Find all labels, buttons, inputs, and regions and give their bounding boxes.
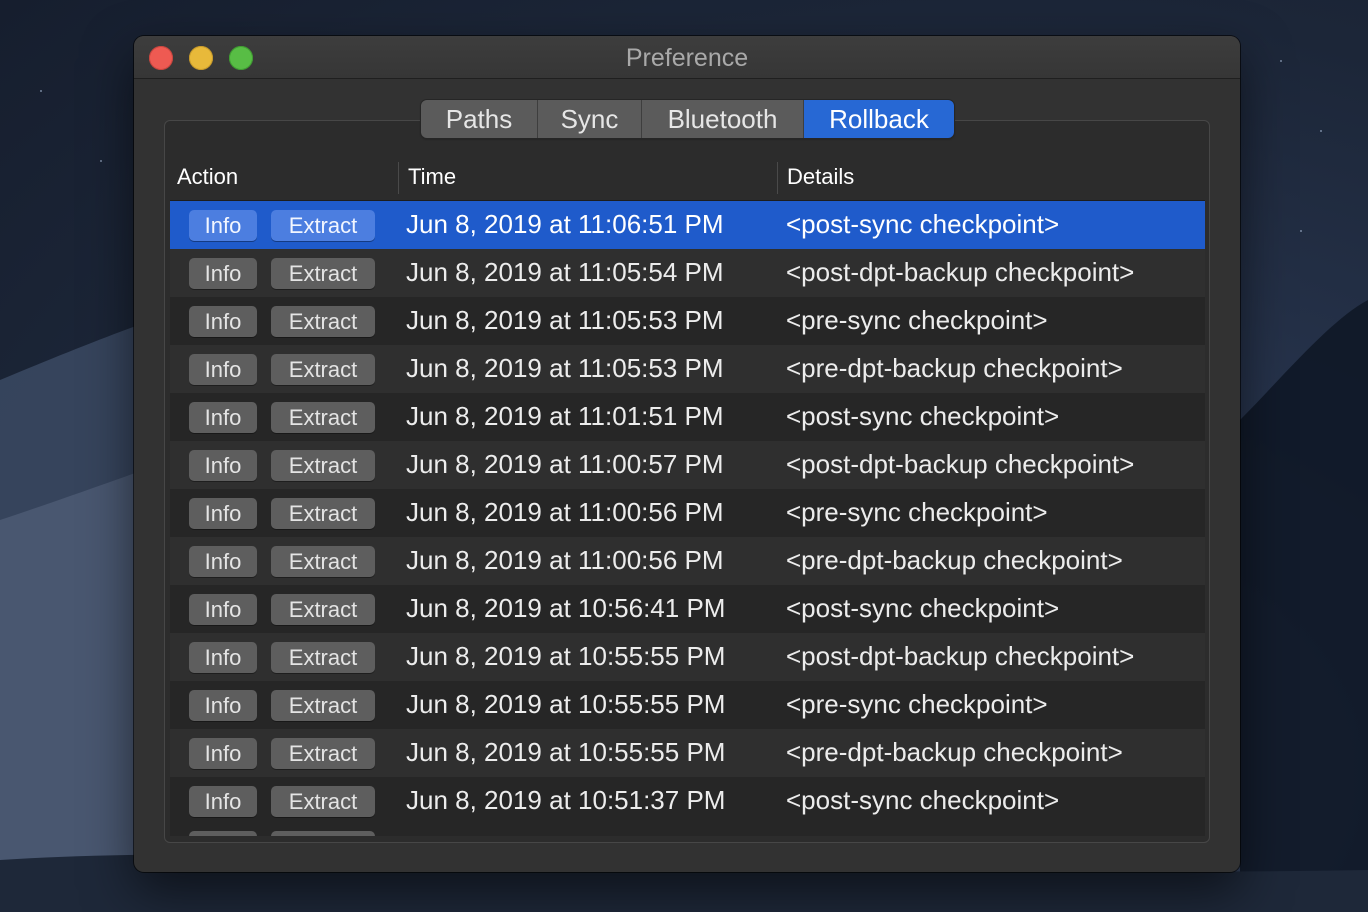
time-cell: Jun 8, 2019 at 11:06:51 PM — [406, 209, 724, 239]
details-cell: <pre-dpt-backup checkpoint> — [786, 353, 1123, 383]
column-divider[interactable] — [398, 162, 399, 194]
column-divider[interactable] — [777, 162, 778, 194]
details-cell: <pre-dpt-backup checkpoint> — [786, 737, 1123, 767]
info-button[interactable] — [189, 831, 257, 836]
time-cell: Jun 8, 2019 at 11:05:53 PM — [406, 353, 724, 383]
info-button[interactable]: Info — [189, 642, 257, 673]
table-row[interactable]: Info Extract Jun 8, 2019 at 11:00:57 PM <po… — [170, 441, 1205, 489]
extract-button[interactable]: Extract — [271, 498, 375, 529]
extract-button[interactable]: Extract — [271, 354, 375, 385]
extract-button[interactable]: Extract — [271, 306, 375, 337]
extract-button[interactable]: Extract — [271, 210, 375, 241]
details-cell: <pre-sync checkpoint> — [786, 305, 1048, 335]
details-cell: <post-sync checkpoint> — [786, 593, 1060, 623]
table-row[interactable]: Info Extract Jun 8, 2019 at 10:55:55 PM <po… — [170, 633, 1205, 681]
table-row-partial[interactable] — [170, 825, 1205, 836]
info-button[interactable]: Info — [189, 306, 257, 337]
extract-button[interactable]: Extract — [271, 450, 375, 481]
info-button[interactable]: Info — [189, 258, 257, 289]
window-title: Preference — [625, 44, 749, 72]
details-cell: <post-dpt-backup checkpoint> — [786, 449, 1135, 479]
tab-bar: Paths Sync Bluetooth Rollback — [421, 100, 954, 138]
star — [1280, 60, 1282, 62]
star — [40, 90, 42, 92]
table-row[interactable]: Info Extract Jun 8, 2019 at 11:06:51 PM <po… — [170, 201, 1205, 249]
tab-sync[interactable]: Sync — [538, 100, 642, 138]
rollback-table: Action Time Details Info Extract Jun 8, 20… — [170, 154, 1205, 836]
details-cell: <post-sync checkpoint> — [786, 785, 1060, 815]
extract-button[interactable]: Extract — [271, 642, 375, 673]
table-row[interactable]: Info Extract Jun 8, 2019 at 10:55:55 PM <pr… — [170, 729, 1205, 777]
table-row[interactable]: Info Extract Jun 8, 2019 at 11:05:53 PM <pr… — [170, 297, 1205, 345]
extract-button[interactable]: Extract — [271, 594, 375, 625]
star — [100, 160, 102, 162]
time-cell: Jun 8, 2019 at 10:55:55 PM — [406, 689, 726, 719]
time-cell: Jun 8, 2019 at 11:05:54 PM — [406, 257, 724, 287]
info-button[interactable]: Info — [189, 210, 257, 241]
titlebar[interactable]: Preference — [134, 36, 1240, 79]
table-row[interactable]: Info Extract Jun 8, 2019 at 11:05:54 PM <po… — [170, 249, 1205, 297]
info-button[interactable]: Info — [189, 546, 257, 577]
tab-paths[interactable]: Paths — [421, 100, 538, 138]
time-cell: Jun 8, 2019 at 11:05:53 PM — [406, 305, 724, 335]
info-button[interactable]: Info — [189, 786, 257, 817]
info-button[interactable]: Info — [189, 594, 257, 625]
time-cell: Jun 8, 2019 at 10:56:41 PM — [406, 593, 726, 623]
star — [1300, 230, 1302, 232]
time-cell: Jun 8, 2019 at 11:00:56 PM — [406, 497, 724, 527]
star — [1320, 130, 1322, 132]
table-row[interactable]: Info Extract Jun 8, 2019 at 10:56:41 PM <po… — [170, 585, 1205, 633]
time-cell: Jun 8, 2019 at 10:55:55 PM — [406, 641, 726, 671]
time-cell: Jun 8, 2019 at 10:55:55 PM — [406, 737, 726, 767]
info-button[interactable]: Info — [189, 402, 257, 433]
info-button[interactable]: Info — [189, 690, 257, 721]
column-header-action[interactable]: Action — [177, 154, 238, 200]
time-cell: Jun 8, 2019 at 11:00:56 PM — [406, 545, 724, 575]
table-row[interactable]: Info Extract Jun 8, 2019 at 11:01:51 PM <po… — [170, 393, 1205, 441]
table-row[interactable]: Info Extract Jun 8, 2019 at 11:00:56 PM <pr… — [170, 537, 1205, 585]
extract-button[interactable]: Extract — [271, 546, 375, 577]
details-cell: <post-dpt-backup checkpoint> — [786, 641, 1135, 671]
extract-button[interactable]: Extract — [271, 786, 375, 817]
details-cell: <pre-sync checkpoint> — [786, 497, 1048, 527]
extract-button[interactable] — [271, 831, 375, 836]
info-button[interactable]: Info — [189, 498, 257, 529]
table-header: Action Time Details — [170, 154, 1205, 201]
details-cell: <post-dpt-backup checkpoint> — [786, 257, 1135, 287]
column-header-time[interactable]: Time — [408, 154, 456, 200]
table-row[interactable]: Info Extract Jun 8, 2019 at 11:05:53 PM <pr… — [170, 345, 1205, 393]
extract-button[interactable]: Extract — [271, 690, 375, 721]
table-row[interactable]: Info Extract Jun 8, 2019 at 10:51:37 PM <po… — [170, 777, 1205, 825]
details-cell: <pre-sync checkpoint> — [786, 689, 1048, 719]
details-cell: <pre-dpt-backup checkpoint> — [786, 545, 1123, 575]
info-button[interactable]: Info — [189, 354, 257, 385]
table-row[interactable]: Info Extract Jun 8, 2019 at 10:55:55 PM <pr… — [170, 681, 1205, 729]
info-button[interactable]: Info — [189, 450, 257, 481]
tab-bluetooth[interactable]: Bluetooth — [642, 100, 804, 138]
time-cell: Jun 8, 2019 at 10:51:37 PM — [406, 785, 726, 815]
time-cell: Jun 8, 2019 at 11:01:51 PM — [406, 401, 724, 431]
info-button[interactable]: Info — [189, 738, 257, 769]
preference-window: Preference Paths Sync Bluetooth Rollback… — [134, 36, 1240, 872]
details-cell: <post-sync checkpoint> — [786, 401, 1060, 431]
table-body: Info Extract Jun 8, 2019 at 11:06:51 PM <po… — [170, 201, 1205, 836]
tab-rollback[interactable]: Rollback — [804, 100, 954, 138]
extract-button[interactable]: Extract — [271, 258, 375, 289]
details-cell: <post-sync checkpoint> — [786, 209, 1060, 239]
extract-button[interactable]: Extract — [271, 402, 375, 433]
extract-button[interactable]: Extract — [271, 738, 375, 769]
table-row[interactable]: Info Extract Jun 8, 2019 at 11:00:56 PM <pr… — [170, 489, 1205, 537]
time-cell: Jun 8, 2019 at 11:00:57 PM — [406, 449, 724, 479]
column-header-details[interactable]: Details — [787, 154, 854, 200]
